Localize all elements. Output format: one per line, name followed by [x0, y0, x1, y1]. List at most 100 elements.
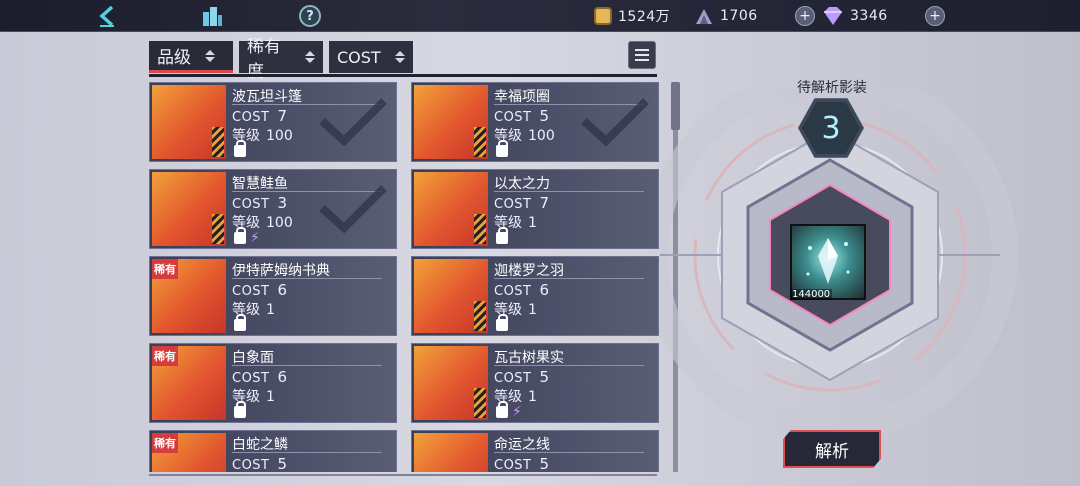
item-tags — [496, 227, 508, 244]
cost-value: 6 — [539, 281, 550, 299]
ore-amount: 1706 — [720, 8, 758, 24]
item-card[interactable]: 智慧鲑鱼 COST 3 等级 100 ⚡ — [149, 169, 397, 249]
gold-currency: 1524万 — [594, 4, 670, 28]
lock-icon[interactable] — [496, 314, 508, 331]
divider — [149, 474, 657, 476]
item-card[interactable]: 以太之力 COST 7 等级 1 — [411, 169, 659, 249]
divider — [494, 191, 644, 192]
item-cost: COST 5 — [494, 107, 550, 125]
lightning-icon: ⚡ — [512, 404, 522, 420]
item-cost: COST 6 — [232, 281, 288, 299]
item-thumbnail: 稀有 — [152, 433, 226, 472]
item-thumbnail — [414, 85, 488, 159]
cost-value: 6 — [277, 281, 288, 299]
sort-arrows-icon — [305, 51, 315, 63]
divider — [494, 278, 644, 279]
cost-label: COST — [232, 284, 270, 299]
item-tags — [234, 140, 246, 157]
gem-currency: 3346 — [822, 4, 888, 28]
item-tags — [496, 140, 508, 157]
checkmark-icon — [581, 98, 649, 147]
lock-icon[interactable] — [496, 401, 508, 418]
back-arrow-icon[interactable] — [92, 3, 122, 29]
rare-badge: 稀有 — [152, 346, 178, 366]
rarity-filter[interactable]: 稀有度 — [239, 37, 323, 82]
analyze-button[interactable]: 解析 — [783, 430, 881, 468]
pending-title: 待解析影装 — [797, 80, 867, 96]
item-name: 瓦古树果实 — [494, 350, 564, 366]
level-value: 1 — [528, 302, 537, 318]
cost-filter[interactable]: COST — [329, 41, 413, 73]
filter-bar: 品级 稀有度 COST — [149, 37, 413, 82]
grade-filter[interactable]: 品级 — [149, 41, 233, 73]
help-icon[interactable]: ? — [297, 3, 323, 29]
gold-amount: 1524万 — [618, 9, 671, 25]
cost-value: 5 — [539, 455, 550, 472]
item-card[interactable]: 稀有 白象面 COST 6 等级 1 — [149, 343, 397, 423]
cost-label: COST — [494, 371, 532, 386]
item-cost: COST 3 — [232, 194, 288, 212]
cost-label: COST — [232, 110, 270, 125]
ore-currency: 1706 — [694, 4, 758, 28]
lock-icon[interactable] — [234, 140, 246, 157]
lightning-icon: ⚡ — [250, 230, 260, 246]
grade-stripe-icon — [474, 127, 486, 157]
gem-amount: 3346 — [850, 8, 888, 24]
divider — [232, 452, 382, 453]
checkmark-icon — [319, 185, 387, 234]
level-value: 1 — [266, 302, 275, 318]
item-card[interactable]: 迦楼罗之羽 COST 6 等级 1 — [411, 256, 659, 336]
city-icon[interactable] — [198, 3, 226, 29]
lock-icon[interactable] — [234, 227, 246, 244]
item-name: 以太之力 — [494, 176, 550, 192]
add-ore-button[interactable]: + — [795, 6, 815, 26]
item-card[interactable]: 稀有 白蛇之鳞 COST 5 — [149, 430, 397, 472]
item-name: 白蛇之鳞 — [232, 437, 288, 453]
top-bar: ? 1524万 1706 + 3346 + — [0, 0, 1080, 32]
level-value: 100 — [528, 128, 555, 144]
add-gem-button[interactable]: + — [925, 6, 945, 26]
item-card[interactable]: 命运之线 COST 5 — [411, 430, 659, 472]
item-thumbnail — [414, 433, 488, 472]
cost-value: 5 — [539, 107, 550, 125]
item-name: 智慧鲑鱼 — [232, 176, 288, 192]
item-name: 波瓦坦斗篷 — [232, 89, 302, 105]
item-thumbnail — [414, 172, 488, 246]
lock-icon[interactable] — [496, 140, 508, 157]
cost-label: COST — [494, 458, 532, 472]
cost-filter-label: COST — [337, 47, 381, 67]
grade-filter-label: 品级 — [157, 48, 191, 68]
sort-arrows-icon — [205, 49, 215, 62]
list-menu-icon[interactable] — [628, 41, 656, 69]
decorative-rings — [660, 90, 1018, 443]
item-card[interactable]: 瓦古树果实 COST 5 等级 1 ⚡ — [411, 343, 659, 423]
item-tags: ⚡ — [496, 401, 522, 420]
item-thumbnail — [152, 85, 226, 159]
item-name: 命运之线 — [494, 437, 550, 453]
level-value: 100 — [266, 128, 293, 144]
item-card[interactable]: 波瓦坦斗篷 COST 7 等级 100 — [149, 82, 397, 162]
item-tags — [496, 314, 508, 331]
cost-value: 7 — [277, 107, 288, 125]
lock-icon[interactable] — [496, 227, 508, 244]
cost-value: 3 — [277, 194, 288, 212]
item-thumbnail: 稀有 — [152, 346, 226, 420]
slot-value: 144000 — [790, 289, 833, 300]
cost-value: 7 — [539, 194, 550, 212]
item-card[interactable]: 稀有 伊特萨姆纳书典 COST 6 等级 1 — [149, 256, 397, 336]
item-tags — [234, 314, 246, 331]
divider — [149, 74, 657, 77]
item-card[interactable]: 幸福项圈 COST 5 等级 100 — [411, 82, 659, 162]
item-grid: 波瓦坦斗篷 COST 7 等级 100 幸福项圈 COST 5 等级 100 智慧鲑鱼 COST 3 等级… — [149, 82, 659, 472]
cost-label: COST — [494, 197, 532, 212]
item-name: 幸福项圈 — [494, 89, 550, 105]
lock-icon[interactable] — [234, 401, 246, 418]
cost-label: COST — [494, 284, 532, 299]
item-tags: ⚡ — [234, 227, 260, 246]
item-cost: COST 5 — [494, 368, 550, 386]
divider — [232, 278, 382, 279]
lock-icon[interactable] — [234, 314, 246, 331]
rare-badge: 稀有 — [152, 259, 178, 279]
item-cost: COST 5 — [232, 455, 288, 472]
level-value: 1 — [266, 389, 275, 405]
